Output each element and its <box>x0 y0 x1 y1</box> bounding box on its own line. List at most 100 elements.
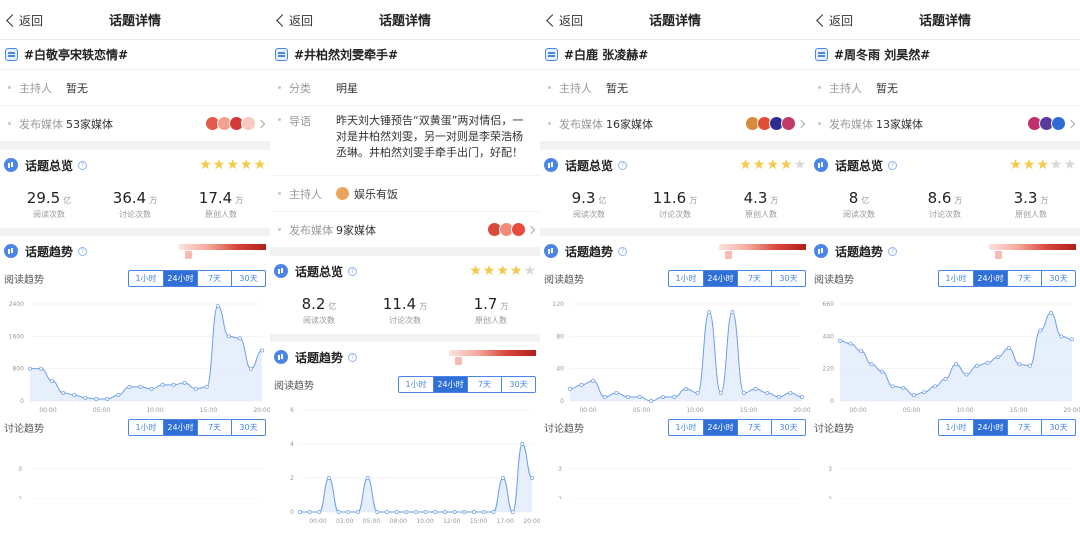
back-button[interactable]: 返回 <box>4 0 43 40</box>
time-tab[interactable]: 30天 <box>1041 271 1075 286</box>
overview-stats: 8.2 亿阅读次数 11.4 万讨论次数 1.7 万原创人数 <box>270 286 540 334</box>
y-tick-label: 120 <box>553 301 565 308</box>
stat-number: 4.3 <box>743 189 768 207</box>
time-tab[interactable]: 7天 <box>467 377 501 392</box>
help-icon[interactable]: ? <box>78 246 88 256</box>
data-point <box>414 510 418 514</box>
help-icon[interactable]: ? <box>78 160 88 170</box>
star-icon: ★ <box>212 157 226 173</box>
discussion-trend-chart: 32 <box>828 466 1072 499</box>
back-button[interactable]: 返回 <box>274 0 313 40</box>
data-point <box>1070 337 1074 342</box>
time-tab[interactable]: 7天 <box>737 271 771 286</box>
time-tab[interactable]: 24小时 <box>703 271 737 286</box>
time-tab[interactable]: 1小时 <box>939 271 973 286</box>
read-trend-chart: 0 800 1600 2400 00:00 05:00 10:00 15:00 20:00 <box>9 301 270 414</box>
time-tab[interactable]: 7天 <box>197 271 231 286</box>
discussion-trend-row: 讨论趋势 1小时 24小时 7天 30天 <box>540 415 810 439</box>
section-gap <box>270 334 540 342</box>
section-gap <box>810 142 1080 150</box>
time-tab[interactable]: 24小时 <box>703 420 737 435</box>
help-icon[interactable]: ? <box>888 160 898 170</box>
media-logo-icon <box>781 116 796 131</box>
data-point <box>327 476 331 480</box>
media-row[interactable]: 发布媒体 16家媒体 <box>540 106 810 142</box>
x-tick-label: 15:00 <box>200 407 217 414</box>
help-icon[interactable]: ? <box>888 246 898 256</box>
info-row: 主持人 暂无 <box>810 70 1080 106</box>
topic-title: #井柏然刘雯牵手# <box>270 40 540 70</box>
time-tab[interactable]: 1小时 <box>669 271 703 286</box>
media-row[interactable]: 发布媒体 13家媒体 <box>810 106 1080 142</box>
time-tab[interactable]: 30天 <box>231 271 265 286</box>
stat-unit: 万 <box>149 196 158 205</box>
time-tab[interactable]: 24小时 <box>973 420 1007 435</box>
read-trend-row: 阅读趋势 1小时 24小时 7天 30天 <box>810 266 1080 290</box>
time-tab[interactable]: 1小时 <box>399 377 433 392</box>
topic-name: #白鹿 张凌赫# <box>564 48 649 62</box>
back-button[interactable]: 返回 <box>544 0 583 40</box>
help-icon[interactable]: ? <box>348 266 358 276</box>
time-tab[interactable]: 24小时 <box>973 271 1007 286</box>
time-tab[interactable]: 30天 <box>771 420 805 435</box>
time-tab[interactable]: 30天 <box>771 271 805 286</box>
time-tab[interactable]: 24小时 <box>163 271 197 286</box>
data-point <box>1048 310 1053 315</box>
stat-unit: 万 <box>954 196 963 205</box>
time-tab[interactable]: 7天 <box>1007 420 1041 435</box>
time-tab[interactable]: 1小时 <box>939 420 973 435</box>
data-point <box>298 510 302 514</box>
read-time-tabs: 1小时 24小时 7天 30天 <box>938 270 1076 287</box>
info-row: 主持人 暂无 <box>0 70 270 106</box>
data-point <box>336 510 341 514</box>
overview-icon <box>274 264 288 278</box>
y-tick-label: 0 <box>290 509 294 516</box>
star-icon: ★ <box>496 263 509 279</box>
data-point <box>1038 328 1043 333</box>
section-gap <box>810 228 1080 236</box>
data-point <box>491 510 496 514</box>
time-tab[interactable]: 7天 <box>737 420 771 435</box>
media-logo-icon <box>241 116 256 131</box>
stat-block: 36.4 万讨论次数 <box>92 188 178 220</box>
time-tab[interactable]: 24小时 <box>433 377 467 392</box>
info-label: 主持人 <box>559 81 592 95</box>
discussion-time-tabs: 1小时 24小时 7天 30天 <box>128 419 266 436</box>
data-point <box>204 384 209 389</box>
data-point <box>307 510 312 514</box>
data-point <box>472 510 476 514</box>
time-tab[interactable]: 30天 <box>501 377 535 392</box>
time-tab[interactable]: 7天 <box>197 420 231 435</box>
data-point <box>996 354 1001 359</box>
time-tab[interactable]: 1小时 <box>129 271 163 286</box>
screens-container: 返回 话题详情 #白敬亭宋轶恋情# 主持人 暂无 发布媒体 53家媒体 话题总览? ★ ★ ★ ★ ★ 2… <box>0 0 1080 559</box>
data-point <box>1017 362 1022 367</box>
data-point <box>890 384 895 389</box>
discussion-trend-row: 讨论趋势 1小时 24小时 7天 30天 <box>0 415 270 439</box>
read-trend-label: 阅读趋势 <box>4 274 44 286</box>
help-icon[interactable]: ? <box>618 246 628 256</box>
time-tab[interactable]: 1小时 <box>669 420 703 435</box>
data-point <box>838 338 842 343</box>
x-tick-label: 10:00 <box>956 407 973 414</box>
media-row[interactable]: 发布媒体 53家媒体 <box>0 106 270 142</box>
media-logo-icon <box>1051 116 1066 131</box>
overview-title: 话题总览 <box>835 158 884 173</box>
star-icon: ★ <box>482 263 496 279</box>
help-icon[interactable]: ? <box>618 160 628 170</box>
data-point <box>404 510 409 514</box>
data-point <box>591 378 596 383</box>
data-point <box>510 510 515 514</box>
time-tab[interactable]: 24小时 <box>163 420 197 435</box>
star-icon: ★ <box>199 157 212 173</box>
time-tab[interactable]: 7天 <box>1007 271 1041 286</box>
topic-title: #白鹿 张凌赫# <box>540 40 810 70</box>
y-tick-label: 80 <box>556 333 564 340</box>
time-tab[interactable]: 30天 <box>1041 420 1075 435</box>
media-row[interactable]: 发布媒体 9家媒体 <box>270 212 540 248</box>
time-tab[interactable]: 1小时 <box>129 420 163 435</box>
time-tab[interactable]: 30天 <box>231 420 265 435</box>
back-button[interactable]: 返回 <box>814 0 853 40</box>
data-point <box>776 395 781 399</box>
help-icon[interactable]: ? <box>348 352 358 362</box>
